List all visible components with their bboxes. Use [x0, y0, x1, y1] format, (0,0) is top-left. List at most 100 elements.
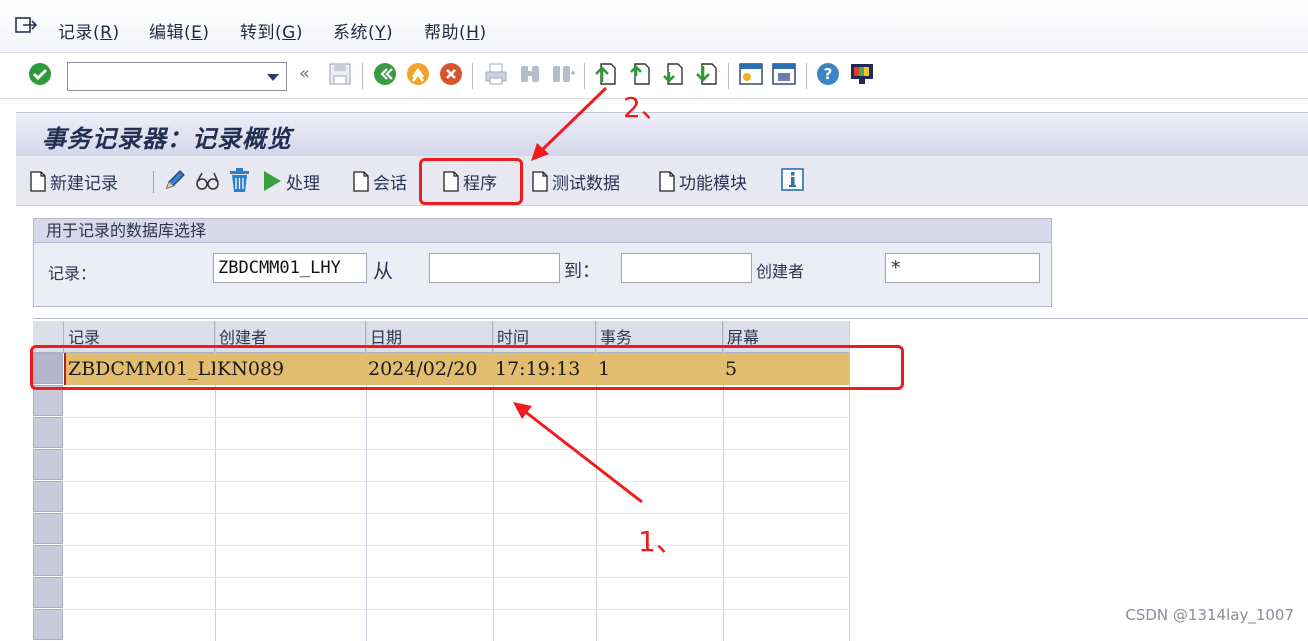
new-record-button[interactable]: 新建记录: [30, 168, 118, 194]
menu-edit-hotkey: E: [191, 23, 203, 43]
session-button[interactable]: 会话: [353, 168, 407, 194]
row-divider: [64, 481, 850, 482]
menu-goto-hotkey: G: [282, 23, 296, 43]
creator-label: 创建者: [756, 262, 805, 281]
document-icon: [659, 170, 675, 192]
menu-record-hotkey: R: [100, 23, 113, 43]
toolbar-separator: [584, 63, 585, 89]
test-data-button[interactable]: 测试数据: [532, 168, 620, 194]
row-selector[interactable]: [33, 609, 63, 640]
system-menu-icon[interactable]: [14, 16, 38, 36]
application-toolbar: 新建记录 处理 会话 程序 测试数据 功能模块: [16, 156, 1308, 206]
process-button[interactable]: 处理: [262, 168, 320, 194]
from-field[interactable]: [429, 253, 560, 283]
back-icon[interactable]: [372, 61, 398, 87]
function-module-label: 功能模块: [679, 173, 747, 194]
chevron-down-icon[interactable]: [267, 74, 279, 81]
save-icon[interactable]: [327, 61, 353, 87]
selection-group-title: 用于记录的数据库选择: [34, 219, 1051, 243]
execute-icon: [264, 171, 281, 191]
to-field[interactable]: [621, 253, 752, 283]
menu-edit[interactable]: 编辑(E): [149, 18, 210, 43]
toolbar-separator: [153, 171, 154, 193]
find-next-icon[interactable]: [550, 61, 576, 87]
document-icon: [353, 170, 369, 192]
menu-system[interactable]: 系统(Y): [333, 18, 393, 43]
menu-edit-tail: ): [202, 23, 210, 43]
toolbar-separator: [472, 63, 473, 89]
menu-bar: 记录(R) 编辑(E) 转到(G) 系统(Y) 帮助(H): [0, 0, 1308, 53]
toolbar-separator: [362, 63, 363, 89]
row-selector[interactable]: [33, 417, 63, 448]
function-module-button[interactable]: 功能模块: [659, 168, 747, 194]
row-divider: [64, 545, 850, 546]
document-icon: [30, 170, 46, 192]
toolbar-separator: [806, 63, 807, 89]
menu-help-tail: ): [479, 23, 487, 43]
row-divider: [64, 417, 850, 418]
watermark: CSDN @1314lay_1007: [1125, 606, 1294, 624]
creator-field[interactable]: *: [885, 253, 1040, 283]
menu-goto-label: 转到(: [240, 23, 283, 43]
row-selector[interactable]: [33, 481, 63, 512]
last-page-icon[interactable]: [694, 61, 720, 87]
divider: [33, 318, 1308, 319]
enter-icon[interactable]: [27, 61, 53, 87]
menu-system-label: 系统(: [333, 23, 376, 43]
menu-record[interactable]: 记录(R): [58, 18, 120, 43]
new-record-label: 新建记录: [50, 173, 118, 194]
shortcut-icon[interactable]: [771, 61, 797, 87]
toolbar-separator: [728, 63, 729, 89]
trash-icon[interactable]: [227, 167, 252, 193]
cancel-icon[interactable]: [438, 61, 464, 87]
annotation-box-program: [419, 158, 523, 205]
collapse-icon[interactable]: «: [299, 63, 310, 84]
document-icon: [532, 170, 548, 192]
row-selector[interactable]: [33, 545, 63, 576]
pencil-icon[interactable]: [163, 168, 187, 192]
page-title: 事务记录器：记录概览: [42, 124, 292, 153]
print-icon[interactable]: [483, 61, 509, 87]
annotation-step-2: 2、: [623, 91, 669, 124]
menu-system-hotkey: Y: [375, 23, 387, 43]
find-icon[interactable]: [517, 61, 543, 87]
row-divider: [64, 449, 850, 450]
row-divider: [64, 609, 850, 610]
record-field[interactable]: ZBDCMM01_LHY: [213, 253, 367, 283]
row-divider: [64, 513, 850, 514]
menu-record-label: 记录(: [58, 23, 101, 43]
session-label: 会话: [373, 173, 407, 194]
row-selector[interactable]: [33, 449, 63, 480]
row-selector[interactable]: [33, 513, 63, 544]
test-data-label: 测试数据: [552, 173, 620, 194]
work-area: 用于记录的数据库选择 记录： ZBDCMM01_LHY 从 到： 创建者 * 记…: [16, 206, 1308, 641]
process-label: 处理: [286, 173, 320, 194]
menu-goto[interactable]: 转到(G): [240, 18, 303, 43]
row-selector[interactable]: [33, 577, 63, 608]
new-session-icon[interactable]: [738, 61, 764, 87]
annotation-box-row: [30, 345, 904, 390]
menu-edit-label: 编辑(: [149, 23, 192, 43]
info-icon[interactable]: [781, 168, 804, 191]
menu-help-hotkey: H: [466, 23, 480, 43]
from-label: 从: [373, 259, 393, 283]
menu-help-label: 帮助(: [424, 23, 467, 43]
first-page-icon[interactable]: [593, 61, 619, 87]
to-label: 到：: [564, 261, 600, 282]
prev-page-icon[interactable]: [627, 61, 653, 87]
menu-record-tail: ): [112, 23, 120, 43]
command-input[interactable]: [68, 63, 258, 90]
selection-group: 用于记录的数据库选择 记录： ZBDCMM01_LHY 从 到： 创建者 *: [33, 218, 1052, 307]
layout-icon[interactable]: [849, 61, 875, 87]
command-field[interactable]: [67, 62, 287, 91]
next-page-icon[interactable]: [660, 61, 686, 87]
menu-help[interactable]: 帮助(H): [424, 18, 487, 43]
row-divider: [64, 577, 850, 578]
help-icon[interactable]: ?: [815, 61, 841, 87]
menu-system-tail: ): [386, 23, 394, 43]
exit-icon[interactable]: [405, 61, 431, 87]
svg-text:?: ?: [824, 65, 833, 83]
display-glasses-icon[interactable]: [194, 169, 220, 193]
annotation-step-1: 1、: [638, 525, 684, 558]
menu-goto-tail: ): [295, 23, 303, 43]
